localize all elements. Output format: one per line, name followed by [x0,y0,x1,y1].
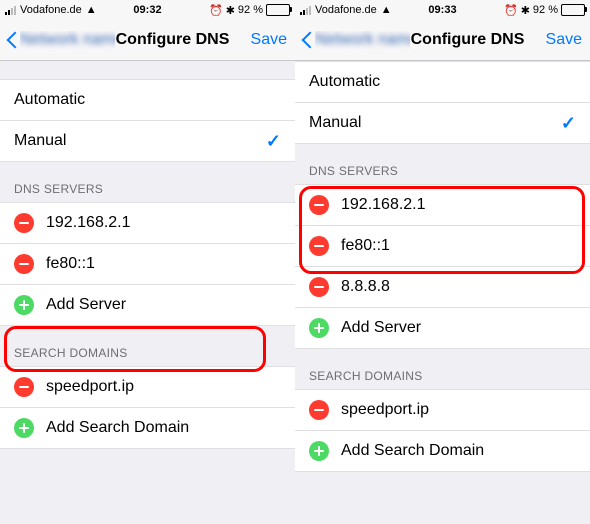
search-domains-header: SEARCH DOMAINS [0,326,295,366]
dns-value: fe80::1 [46,255,95,273]
dns-row[interactable]: fe80::1 [0,244,295,285]
add-search-domain-label: Add Search Domain [46,419,189,437]
mode-manual-label: Manual [14,132,66,150]
add-icon[interactable] [14,418,34,438]
remove-icon[interactable] [14,213,34,233]
settings-list: Automatic Manual ✓ DNS SERVERS 192.168.2… [295,61,590,524]
search-domain-value: speedport.ip [341,401,429,419]
dns-row[interactable]: fe80::1 [295,226,590,267]
settings-list: Automatic Manual ✓ DNS SERVERS 192.168.2… [0,61,295,524]
add-icon[interactable] [309,318,329,338]
dns-row[interactable]: 8.8.8.8 [295,267,590,308]
chevron-left-icon [6,30,18,50]
remove-icon[interactable] [309,236,329,256]
carrier-label: Vodafone.de [315,4,377,16]
dns-value: fe80::1 [341,237,390,255]
bluetooth-icon: ✱ [226,4,235,17]
carrier-label: Vodafone.de [20,4,82,16]
bluetooth-icon: ✱ [521,4,530,17]
nav-bar: Network name Configure DNS Save [0,20,295,61]
dns-value: 192.168.2.1 [341,196,426,214]
signal-icon [300,6,311,15]
save-button[interactable]: Save [251,31,287,49]
mode-manual-label: Manual [309,114,361,132]
battery-pct: 92 % [533,4,558,16]
signal-icon [5,6,16,15]
add-server-row[interactable]: Add Server [295,308,590,349]
status-bar: Vodafone.de ▲ 09:32 ⏰ ✱ 92 % [0,0,295,20]
back-label: Network name [20,31,115,49]
save-button[interactable]: Save [546,31,582,49]
status-bar: Vodafone.de ▲ 09:33 ⏰ ✱ 92 % [295,0,590,20]
dns-servers-header: DNS SERVERS [0,162,295,202]
remove-icon[interactable] [14,254,34,274]
dns-row[interactable]: 192.168.2.1 [295,184,590,226]
search-domain-row[interactable]: speedport.ip [0,366,295,408]
add-icon[interactable] [14,295,34,315]
back-button[interactable]: Network name [301,30,410,50]
checkmark-icon: ✓ [266,131,281,152]
nav-bar: Network name Configure DNS Save [295,20,590,61]
checkmark-icon: ✓ [561,113,576,134]
phone-left: Vodafone.de ▲ 09:32 ⏰ ✱ 92 % Network nam… [0,0,295,524]
add-server-label: Add Server [46,296,126,314]
remove-icon[interactable] [309,277,329,297]
battery-icon [561,4,585,16]
add-search-domain-row[interactable]: Add Search Domain [295,431,590,472]
battery-icon [266,4,290,16]
add-server-label: Add Server [341,319,421,337]
dns-row[interactable]: 192.168.2.1 [0,202,295,244]
remove-icon[interactable] [309,400,329,420]
remove-icon[interactable] [14,377,34,397]
search-domain-value: speedport.ip [46,378,134,396]
chevron-left-icon [301,30,313,50]
search-domain-row[interactable]: speedport.ip [295,389,590,431]
wifi-icon: ▲ [381,4,392,16]
dns-value: 192.168.2.1 [46,214,131,232]
alarm-icon: ⏰ [209,4,223,17]
wifi-icon: ▲ [86,4,97,16]
alarm-icon: ⏰ [504,4,518,17]
dns-servers-header: DNS SERVERS [295,144,590,184]
add-search-domain-row[interactable]: Add Search Domain [0,408,295,449]
mode-automatic[interactable]: Automatic [295,61,590,103]
add-search-domain-label: Add Search Domain [341,442,484,460]
dns-value: 8.8.8.8 [341,278,390,296]
mode-automatic-label: Automatic [14,91,85,109]
back-label: Network name [315,31,410,49]
back-button[interactable]: Network name [6,30,115,50]
battery-pct: 92 % [238,4,263,16]
search-domains-header: SEARCH DOMAINS [295,349,590,389]
phone-right: Vodafone.de ▲ 09:33 ⏰ ✱ 92 % Network nam… [295,0,590,524]
mode-manual[interactable]: Manual ✓ [0,121,295,162]
mode-automatic[interactable]: Automatic [0,79,295,121]
mode-manual[interactable]: Manual ✓ [295,103,590,144]
add-server-row[interactable]: Add Server [0,285,295,326]
mode-automatic-label: Automatic [309,73,380,91]
add-icon[interactable] [309,441,329,461]
remove-icon[interactable] [309,195,329,215]
